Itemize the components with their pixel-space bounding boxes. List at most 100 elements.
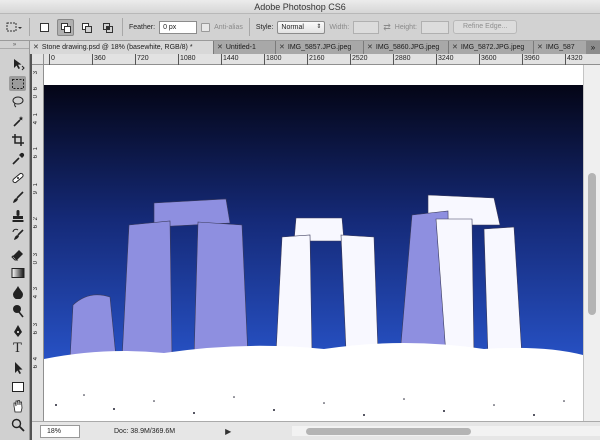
close-tab-icon[interactable]: ✕: [279, 41, 285, 54]
ruler-origin[interactable]: [32, 54, 44, 65]
healing-icon[interactable]: [9, 170, 26, 185]
stonehenge-artwork: [44, 65, 583, 421]
ruler-label: 2520: [352, 55, 368, 62]
feather-input[interactable]: 0 px: [159, 20, 198, 34]
document-size-info: Doc: 38.9M/369.6M: [114, 427, 176, 435]
ruler-label: 6: [33, 87, 39, 91]
antialias-label: Anti-alias: [214, 23, 243, 31]
ruler-label: 360: [94, 55, 106, 62]
ruler-label: 3600: [481, 55, 497, 62]
tab-img-5860[interactable]: ✕ IMG_5860.JPG.jpeg: [364, 41, 449, 54]
separator: [29, 18, 30, 36]
blur-icon[interactable]: [9, 284, 26, 299]
photoshop-window: Adobe Photoshop CS6 Feather: 0 px Anti-a…: [0, 0, 600, 440]
ruler-label: 1440: [223, 55, 239, 62]
add-to-selection-icon[interactable]: [57, 18, 74, 36]
vertical-scrollbar[interactable]: [583, 65, 600, 421]
shape-icon[interactable]: [9, 379, 26, 394]
tab-untitled-1[interactable]: ✕ Untitled-1: [214, 41, 276, 54]
panel-collapse-icon[interactable]: »: [0, 41, 29, 49]
ruler-label: 3240: [438, 55, 454, 62]
ruler-label: 1080: [180, 55, 196, 62]
new-selection-icon[interactable]: [36, 19, 53, 36]
type-icon[interactable]: T: [9, 341, 26, 356]
marquee-icon[interactable]: [9, 76, 26, 91]
window-title: Adobe Photoshop CS6: [0, 0, 600, 14]
swap-width-height-icon[interactable]: ⇄: [383, 22, 391, 33]
pen-icon[interactable]: [9, 323, 26, 338]
style-select[interactable]: Normal ⇕: [277, 20, 326, 34]
ruler-label: 1: [33, 147, 39, 151]
history-brush-icon[interactable]: [9, 227, 26, 242]
brush-icon[interactable]: [9, 189, 26, 204]
document-canvas[interactable]: [44, 65, 583, 421]
style-value: Normal: [281, 23, 304, 31]
ruler-label: 3: [33, 323, 39, 327]
horizontal-ruler[interactable]: 0 360 720 1080 1440 1800 2160 2520 2880 …: [44, 54, 600, 65]
ruler-label: 2: [33, 217, 39, 221]
refine-edge-button[interactable]: Refine Edge...: [452, 20, 518, 34]
antialias-checkbox[interactable]: [201, 22, 211, 32]
horizontal-scrollbar[interactable]: [292, 426, 600, 436]
tab-img-5857[interactable]: ✕ IMG_5857.JPG.jpeg: [276, 41, 364, 54]
tools-panel: » T: [0, 41, 30, 440]
vertical-ruler[interactable]: 3 6 0 1 4 1 6 1 9 2 6 3 0 3 4 3 6 4 6: [32, 65, 44, 421]
ruler-label: 9: [33, 191, 39, 195]
tab-label: IMG_5857.JPG.jpeg: [287, 44, 352, 51]
close-tab-icon[interactable]: ✕: [537, 41, 543, 54]
close-tab-icon[interactable]: ✕: [217, 41, 223, 54]
gradient-icon[interactable]: [9, 265, 26, 280]
double-chevron-right-icon[interactable]: »: [586, 41, 600, 54]
ruler-label: 6: [33, 155, 39, 159]
zoom-icon[interactable]: [9, 417, 26, 432]
ruler-label: 6: [33, 225, 39, 229]
subtract-from-selection-icon[interactable]: [78, 19, 95, 36]
tab-label: IMG_587: [545, 44, 575, 51]
ruler-label: 0: [33, 95, 39, 99]
dodge-icon[interactable]: [9, 303, 26, 318]
close-tab-icon[interactable]: ✕: [367, 41, 373, 54]
ruler-label: 3960: [524, 55, 540, 62]
height-label: Height:: [394, 23, 417, 31]
style-label: Style:: [255, 23, 274, 31]
ruler-label: 1800: [266, 55, 282, 62]
zoom-level-field[interactable]: 18%: [40, 424, 80, 438]
eraser-icon[interactable]: [9, 246, 26, 261]
ruler-label: 3: [33, 253, 39, 257]
intersect-selection-icon[interactable]: [99, 19, 116, 36]
updown-arrows-icon: ⇕: [316, 23, 322, 30]
document-tabs: ✕ Stone drawing.psd @ 18% (basewhite, RG…: [30, 41, 600, 54]
tab-label: IMG_5872.JPG.jpeg: [460, 44, 525, 51]
tab-label: Stone drawing.psd @ 18% (basewhite, RGB/…: [41, 44, 193, 51]
height-input[interactable]: [420, 20, 449, 34]
eyedropper-icon[interactable]: [9, 151, 26, 166]
ruler-label: 720: [137, 55, 149, 62]
lasso-icon[interactable]: [9, 94, 26, 109]
feather-label: Feather:: [129, 23, 156, 31]
tab-stone-drawing[interactable]: ✕ Stone drawing.psd @ 18% (basewhite, RG…: [30, 41, 214, 54]
scroll-thumb[interactable]: [588, 173, 596, 315]
hand-icon[interactable]: [9, 398, 26, 413]
crop-icon[interactable]: [9, 132, 26, 147]
close-tab-icon[interactable]: ✕: [452, 41, 458, 54]
move-icon[interactable]: [9, 56, 26, 71]
tool-preset-picker[interactable]: [4, 19, 23, 36]
stamp-icon[interactable]: [9, 208, 26, 223]
ground: [44, 343, 583, 421]
status-menu-arrow-icon[interactable]: ▶: [225, 427, 231, 436]
quick-select-icon[interactable]: [9, 113, 26, 128]
ruler-label: 2880: [395, 55, 411, 62]
scroll-thumb[interactable]: [306, 428, 471, 435]
separator: [248, 18, 250, 36]
width-input[interactable]: [353, 20, 380, 34]
tab-img-5872[interactable]: ✕ IMG_5872.JPG.jpeg: [449, 41, 534, 54]
close-tab-icon[interactable]: ✕: [33, 41, 39, 54]
separator: [122, 18, 123, 36]
ruler-label: 2160: [309, 55, 325, 62]
ruler-label: 3: [33, 287, 39, 291]
ruler-label: 6: [33, 331, 39, 335]
ruler-label: 1: [33, 183, 39, 187]
ruler-label: 1: [33, 113, 39, 117]
path-select-icon[interactable]: [9, 360, 26, 375]
ruler-label: 4: [33, 357, 39, 361]
